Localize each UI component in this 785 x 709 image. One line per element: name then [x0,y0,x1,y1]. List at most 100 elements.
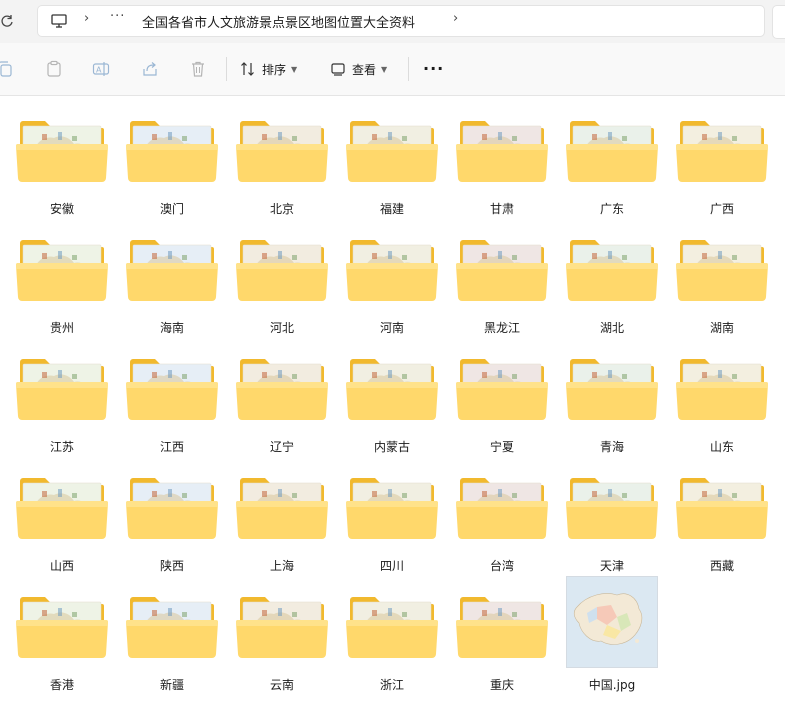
folder-item[interactable]: 山东 [672,352,772,462]
folder-icon [676,359,768,420]
item-label: 西藏 [709,559,734,573]
folder-item[interactable]: 甘肃 [452,114,552,224]
folder-icon [126,240,218,301]
folder-icon [16,121,108,182]
folder-item[interactable]: 浙江 [342,590,442,700]
folder-item[interactable]: 黑龙江 [452,233,552,343]
chevron-right-icon[interactable]: › [84,11,89,26]
item-label: 福建 [379,202,404,216]
folder-item[interactable]: 澳门 [122,114,222,224]
folder-icon [16,240,108,301]
folder-icon [236,359,328,420]
folder-item[interactable]: 重庆 [452,590,552,700]
item-label: 浙江 [379,678,404,692]
item-label: 安徽 [49,202,74,216]
item-label: 河南 [379,321,404,335]
folder-icon [16,359,108,420]
chevron-down-icon: ▼ [381,64,388,74]
item-label: 江西 [159,440,184,454]
folder-item[interactable]: 山西 [12,471,112,581]
toolbar-divider [226,57,227,81]
folder-item[interactable]: 辽宁 [232,352,332,462]
folder-item[interactable]: 陕西 [122,471,222,581]
folder-item[interactable]: 天津 [562,471,662,581]
folder-item[interactable]: 云南 [232,590,332,700]
item-label: 湖南 [709,321,734,335]
folder-icon [126,359,218,420]
folder-item[interactable]: 宁夏 [452,352,552,462]
item-label: 江苏 [49,440,74,454]
folder-icon [346,121,438,182]
svg-text:A: A [96,66,102,75]
item-label: 山东 [709,440,734,454]
refresh-icon[interactable] [0,10,16,32]
view-button[interactable]: 查看 ▼ [330,57,387,81]
folder-item[interactable]: 江苏 [12,352,112,462]
view-label: 查看 [352,62,377,77]
command-bar: A 排序 ▼ 查看 ▼ ··· [0,43,785,96]
folder-icon [456,240,548,301]
breadcrumb-overflow-button[interactable]: ··· [110,9,125,24]
chevron-right-icon[interactable]: › [453,11,458,26]
folder-icon [456,478,548,539]
sort-label: 排序 [262,62,287,77]
folder-icon [16,478,108,539]
rename-icon[interactable]: A [92,60,110,78]
folder-icon [126,478,218,539]
folder-item[interactable]: 西藏 [672,471,772,581]
folder-item[interactable]: 青海 [562,352,662,462]
folder-item[interactable]: 内蒙古 [342,352,442,462]
image-file-item[interactable]: 中国.jpg [562,576,662,700]
folder-item[interactable]: 新疆 [122,590,222,700]
paste-icon[interactable] [45,60,63,78]
folder-item[interactable]: 河南 [342,233,442,343]
folder-item[interactable]: 台湾 [452,471,552,581]
folder-item[interactable]: 广东 [562,114,662,224]
folder-item[interactable]: 江西 [122,352,222,462]
more-options-button[interactable]: ··· [423,59,444,78]
folder-item[interactable]: 上海 [232,471,332,581]
folder-item[interactable]: 海南 [122,233,222,343]
folder-item[interactable]: 四川 [342,471,442,581]
folder-item[interactable]: 湖南 [672,233,772,343]
folder-icon [236,121,328,182]
folder-icon [676,478,768,539]
address-bar[interactable]: › ··· 全国各省市人文旅游景点景区地图位置大全资料 › [37,5,765,37]
folder-icon [236,597,328,658]
folder-item[interactable]: 福建 [342,114,442,224]
sort-button[interactable]: 排序 ▼ [240,57,297,81]
item-label: 辽宁 [269,440,294,454]
folder-item[interactable]: 北京 [232,114,332,224]
address-bar-row: › ··· 全国各省市人文旅游景点景区地图位置大全资料 › [0,0,785,43]
delete-icon[interactable] [189,60,207,78]
item-label: 山西 [49,559,74,573]
folder-icon [236,240,328,301]
folder-icon [676,240,768,301]
breadcrumb-current-folder[interactable]: 全国各省市人文旅游景点景区地图位置大全资料 [142,12,415,31]
folder-item[interactable]: 贵州 [12,233,112,343]
folder-icon [456,359,548,420]
item-label: 云南 [269,678,294,692]
folder-item[interactable]: 安徽 [12,114,112,224]
item-label: 青海 [599,440,624,454]
item-label: 河北 [269,321,294,335]
folder-icon [16,597,108,658]
folder-item[interactable]: 河北 [232,233,332,343]
folder-item[interactable]: 广西 [672,114,772,224]
copy-icon[interactable] [0,60,14,78]
this-pc-icon[interactable] [51,14,67,28]
folder-icon [566,240,658,301]
item-label: 宁夏 [489,440,514,454]
folder-icon [236,478,328,539]
item-label: 澳门 [159,202,184,216]
folder-item[interactable]: 香港 [12,590,112,700]
folder-icon [346,240,438,301]
folder-icon [566,478,658,539]
share-icon[interactable] [141,60,159,78]
sort-icon [241,62,254,76]
folder-icon [346,478,438,539]
folder-item[interactable]: 湖北 [562,233,662,343]
item-label: 北京 [269,202,294,216]
search-box[interactable] [772,5,785,39]
item-label: 四川 [379,559,404,573]
